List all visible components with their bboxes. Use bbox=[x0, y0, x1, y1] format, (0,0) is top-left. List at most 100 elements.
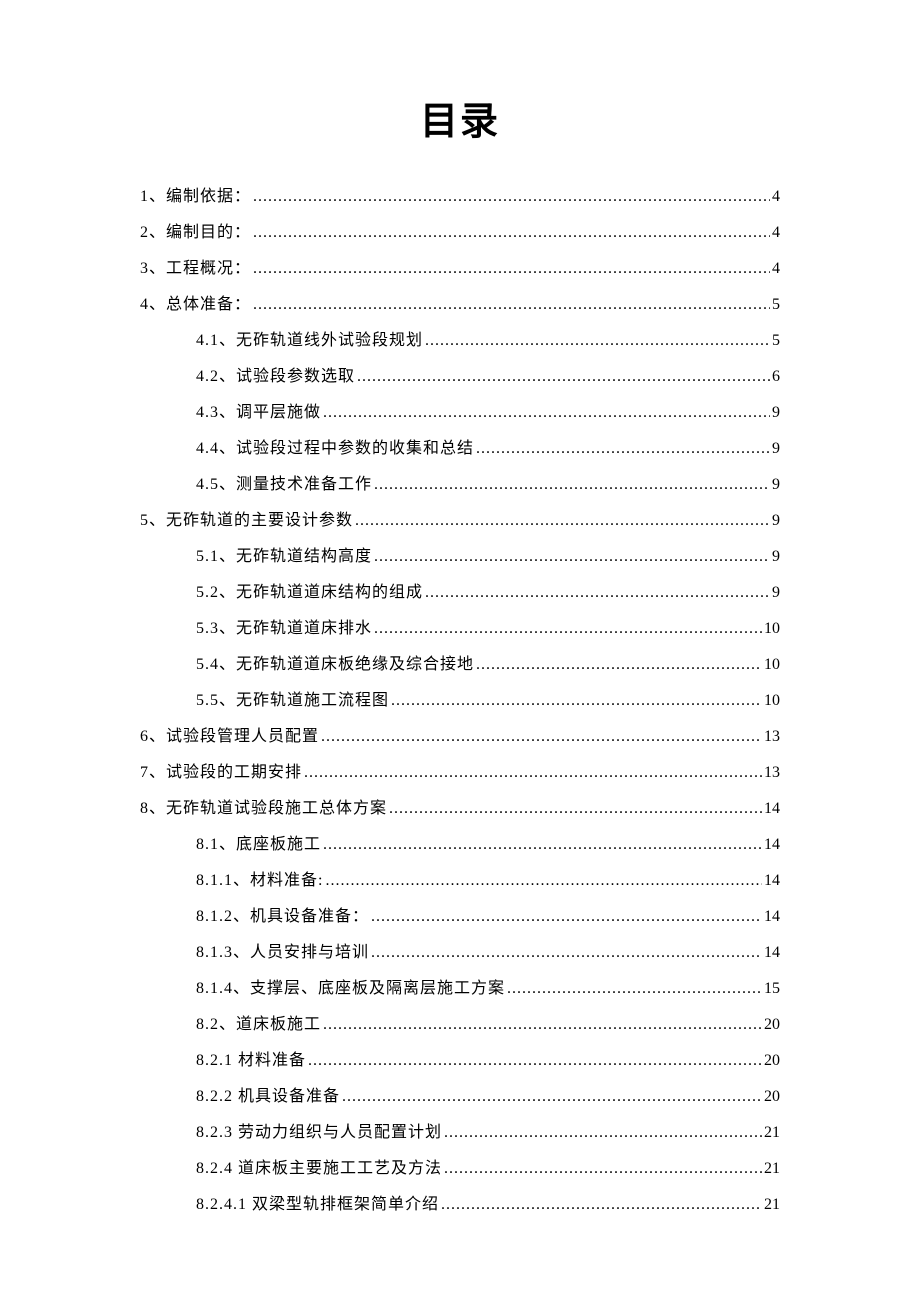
toc-entry-page: 4 bbox=[772, 185, 780, 209]
toc-entry-label: 5.5、无砟轨道施工流程图 bbox=[196, 689, 389, 713]
toc-entry: 4.4、试验段过程中参数的收集和总结 9 bbox=[140, 437, 780, 461]
toc-dots bbox=[371, 941, 762, 965]
toc-entry-page: 14 bbox=[764, 941, 780, 965]
toc-entry-page: 13 bbox=[764, 761, 780, 785]
toc-entry-label: 8.2.4 道床板主要施工工艺及方法 bbox=[196, 1157, 442, 1181]
toc-entry-page: 20 bbox=[764, 1013, 780, 1037]
toc-entry-label: 8.2.2 机具设备准备 bbox=[196, 1085, 340, 1109]
toc-entry-label: 3、工程概况： bbox=[140, 257, 251, 281]
toc-entry-page: 4 bbox=[772, 257, 780, 281]
toc-entry-page: 6 bbox=[772, 365, 780, 389]
toc-entry: 8.1.1、材料准备: 14 bbox=[140, 869, 780, 893]
toc-entry-label: 8.2.1 材料准备 bbox=[196, 1049, 306, 1073]
toc-dots bbox=[304, 761, 762, 785]
toc-entry-page: 9 bbox=[772, 509, 780, 533]
toc-dots bbox=[253, 293, 770, 317]
toc-dots bbox=[357, 365, 770, 389]
toc-dots bbox=[323, 401, 770, 425]
toc-entry-page: 13 bbox=[764, 725, 780, 749]
toc-entry-label: 4、总体准备： bbox=[140, 293, 251, 317]
toc-entry-label: 1、编制依据： bbox=[140, 185, 251, 209]
toc-dots bbox=[374, 545, 770, 569]
toc-entry-label: 7、试验段的工期安排 bbox=[140, 761, 302, 785]
toc-entry: 5.1、无砟轨道结构高度 9 bbox=[140, 545, 780, 569]
toc-entry: 4.2、试验段参数选取 6 bbox=[140, 365, 780, 389]
toc-entry-label: 5.1、无砟轨道结构高度 bbox=[196, 545, 372, 569]
toc-entry: 8.1、底座板施工 14 bbox=[140, 833, 780, 857]
toc-entry-label: 5、无砟轨道的主要设计参数 bbox=[140, 509, 353, 533]
toc-dots bbox=[323, 1013, 762, 1037]
toc-dots bbox=[444, 1157, 762, 1181]
toc-entry: 8.2.4.1 双梁型轨排框架简单介绍21 bbox=[140, 1193, 780, 1217]
toc-entry: 5、无砟轨道的主要设计参数 9 bbox=[140, 509, 780, 533]
toc-dots bbox=[253, 185, 770, 209]
toc-entry-label: 8.1.3、人员安排与培训 bbox=[196, 941, 369, 965]
toc-dots bbox=[321, 725, 762, 749]
toc-entry: 4.3、调平层施做 9 bbox=[140, 401, 780, 425]
toc-entry-page: 10 bbox=[764, 653, 780, 677]
toc-entry-label: 8.2、道床板施工 bbox=[196, 1013, 321, 1037]
toc-entry-page: 9 bbox=[772, 473, 780, 497]
toc-entry-page: 5 bbox=[772, 329, 780, 353]
toc-entry-page: 14 bbox=[764, 833, 780, 857]
toc-entry-page: 10 bbox=[764, 617, 780, 641]
toc-dots bbox=[308, 1049, 762, 1073]
toc-entry: 5.2、无砟轨道道床结构的组成 9 bbox=[140, 581, 780, 605]
toc-entry: 4、总体准备： 5 bbox=[140, 293, 780, 317]
toc-entry-label: 8.2.3 劳动力组织与人员配置计划 bbox=[196, 1121, 442, 1145]
toc-entry-page: 5 bbox=[772, 293, 780, 317]
toc-list: 1、编制依据：42、编制目的：43、工程概况：44、总体准备：54.1、无砟轨道… bbox=[140, 185, 780, 1217]
toc-entry-page: 10 bbox=[764, 689, 780, 713]
toc-entry-label: 8.1、底座板施工 bbox=[196, 833, 321, 857]
toc-entry: 5.3、无砟轨道道床排水 10 bbox=[140, 617, 780, 641]
toc-entry-label: 4.4、试验段过程中参数的收集和总结 bbox=[196, 437, 474, 461]
toc-entry-page: 9 bbox=[772, 437, 780, 461]
toc-dots bbox=[355, 509, 770, 533]
toc-entry-label: 4.3、调平层施做 bbox=[196, 401, 321, 425]
toc-entry-page: 14 bbox=[764, 797, 780, 821]
toc-dots bbox=[507, 977, 762, 1001]
toc-entry-page: 9 bbox=[772, 545, 780, 569]
toc-entry: 8.1.3、人员安排与培训 14 bbox=[140, 941, 780, 965]
toc-dots bbox=[476, 437, 770, 461]
toc-entry: 4.5、测量技术准备工作 9 bbox=[140, 473, 780, 497]
toc-dots bbox=[444, 1121, 762, 1145]
toc-entry-page: 15 bbox=[764, 977, 780, 1001]
toc-entry-page: 9 bbox=[772, 401, 780, 425]
toc-entry: 8.1.2、机具设备准备：14 bbox=[140, 905, 780, 929]
toc-dots bbox=[441, 1193, 762, 1217]
toc-entry: 4.1、无砟轨道线外试验段规划5 bbox=[140, 329, 780, 353]
toc-dots bbox=[323, 833, 762, 857]
toc-entry-label: 4.2、试验段参数选取 bbox=[196, 365, 355, 389]
toc-dots bbox=[476, 653, 762, 677]
toc-entry: 8.2.1 材料准备20 bbox=[140, 1049, 780, 1073]
toc-dots bbox=[342, 1085, 762, 1109]
toc-entry: 7、试验段的工期安排 13 bbox=[140, 761, 780, 785]
toc-entry: 8.2.3 劳动力组织与人员配置计划21 bbox=[140, 1121, 780, 1145]
toc-entry-page: 4 bbox=[772, 221, 780, 245]
toc-entry: 8、无砟轨道试验段施工总体方案14 bbox=[140, 797, 780, 821]
toc-dots bbox=[389, 797, 762, 821]
toc-dots bbox=[374, 473, 770, 497]
toc-entry-page: 14 bbox=[764, 869, 780, 893]
toc-entry: 5.4、无砟轨道道床板绝缘及综合接地10 bbox=[140, 653, 780, 677]
toc-dots bbox=[391, 689, 762, 713]
toc-entry: 3、工程概况： 4 bbox=[140, 257, 780, 281]
toc-entry-label: 2、编制目的： bbox=[140, 221, 251, 245]
toc-entry: 5.5、无砟轨道施工流程图 10 bbox=[140, 689, 780, 713]
toc-entry: 2、编制目的： 4 bbox=[140, 221, 780, 245]
toc-entry-page: 21 bbox=[764, 1157, 780, 1181]
toc-entry-label: 5.2、无砟轨道道床结构的组成 bbox=[196, 581, 423, 605]
toc-entry: 8.2.4 道床板主要施工工艺及方法 21 bbox=[140, 1157, 780, 1181]
toc-entry-label: 4.5、测量技术准备工作 bbox=[196, 473, 372, 497]
toc-entry-label: 8.1.1、材料准备: bbox=[196, 869, 323, 893]
toc-dots bbox=[374, 617, 762, 641]
toc-entry-page: 9 bbox=[772, 581, 780, 605]
toc-entry-label: 6、试验段管理人员配置 bbox=[140, 725, 319, 749]
toc-entry-label: 5.3、无砟轨道道床排水 bbox=[196, 617, 372, 641]
toc-entry-label: 8.1.2、机具设备准备： bbox=[196, 905, 369, 929]
toc-entry-label: 8.2.4.1 双梁型轨排框架简单介绍 bbox=[196, 1193, 439, 1217]
toc-title: 目录 bbox=[140, 90, 780, 145]
toc-dots bbox=[253, 257, 770, 281]
toc-entry: 8.2、道床板施工 20 bbox=[140, 1013, 780, 1037]
